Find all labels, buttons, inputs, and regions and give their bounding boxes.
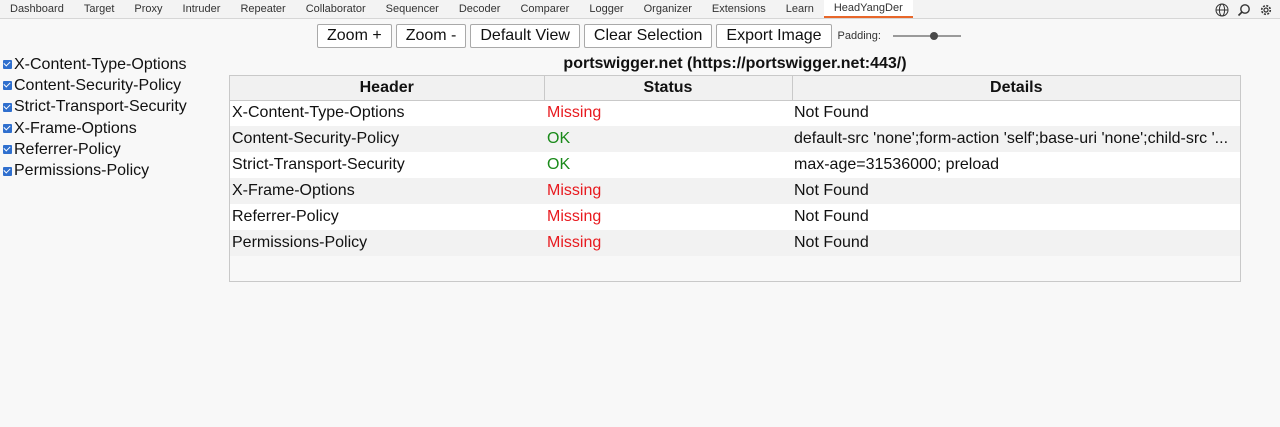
tab-intruder[interactable]: Intruder xyxy=(173,0,231,18)
tab-repeater[interactable]: Repeater xyxy=(230,0,295,18)
checkbox[interactable] xyxy=(3,166,12,176)
default-view-button[interactable]: Default View xyxy=(470,24,580,48)
table-row[interactable]: Permissions-Policy Missing Not Found xyxy=(230,230,1240,256)
header-filter-item[interactable]: Strict-Transport-Security xyxy=(3,97,187,118)
tab-learn[interactable]: Learn xyxy=(776,0,824,18)
checkbox[interactable] xyxy=(3,60,12,70)
tab-comparer[interactable]: Comparer xyxy=(510,0,579,18)
tab-proxy[interactable]: Proxy xyxy=(124,0,172,18)
table-header-row: Header Status Details xyxy=(230,76,1240,101)
tab-collaborator[interactable]: Collaborator xyxy=(296,0,376,18)
header-cell: X-Frame-Options xyxy=(230,178,544,204)
header-cell: Referrer-Policy xyxy=(230,204,544,230)
search-icon[interactable] xyxy=(1236,2,1252,18)
column-header-details[interactable]: Details xyxy=(792,76,1240,101)
header-cell: X-Content-Type-Options xyxy=(230,100,544,126)
tab-target[interactable]: Target xyxy=(74,0,125,18)
tab-headyangder[interactable]: HeadYangDer xyxy=(823,0,913,18)
tab-decoder[interactable]: Decoder xyxy=(449,0,511,18)
header-cell: Permissions-Policy xyxy=(230,230,544,256)
header-filter-item[interactable]: Referrer-Policy xyxy=(3,139,187,160)
tab-extensions[interactable]: Extensions xyxy=(702,0,776,18)
table-row[interactable]: Strict-Transport-Security OK max-age=31536… xyxy=(230,152,1240,178)
export-image-button[interactable]: Export Image xyxy=(716,24,832,48)
header-filter-label: Content-Security-Policy xyxy=(14,76,182,94)
tool-tabs: Dashboard Target Proxy Intruder Repeater Coll… xyxy=(0,0,913,18)
column-header-header[interactable]: Header xyxy=(230,76,545,101)
header-filter-item[interactable]: X-Content-Type-Options xyxy=(3,54,187,75)
header-filter-label: Strict-Transport-Security xyxy=(14,98,187,116)
headers-table-panel: Header Status Details X-Content-Type-Opt… xyxy=(229,75,1241,282)
padding-slider-thumb[interactable] xyxy=(929,32,938,40)
checkbox[interactable] xyxy=(3,124,12,134)
table-row[interactable]: Referrer-Policy Missing Not Found xyxy=(230,204,1240,230)
tab-sequencer[interactable]: Sequencer xyxy=(376,0,449,18)
header-filter-list: X-Content-Type-Options Content-Security-P… xyxy=(3,54,187,182)
tool-tab-bar: Dashboard Target Proxy Intruder Repeater Coll… xyxy=(0,0,1280,19)
header-cell: Content-Security-Policy xyxy=(230,126,544,152)
details-cell: Not Found xyxy=(792,178,1240,204)
globe-icon[interactable] xyxy=(1214,2,1230,18)
table-body: X-Content-Type-Options Missing Not Found Co… xyxy=(230,100,1240,256)
tab-logger[interactable]: Logger xyxy=(579,0,633,18)
padding-label: Padding: xyxy=(837,30,881,42)
status-cell: Missing xyxy=(544,230,792,256)
padding-slider-track xyxy=(892,35,961,37)
header-cell: Strict-Transport-Security xyxy=(230,152,544,178)
tab-organizer[interactable]: Organizer xyxy=(634,0,702,18)
header-filter-item[interactable]: X-Frame-Options xyxy=(3,118,187,139)
gear-icon[interactable] xyxy=(1258,2,1274,18)
padding-slider[interactable] xyxy=(892,28,961,44)
details-cell: Not Found xyxy=(792,230,1240,256)
status-cell: Missing xyxy=(544,204,792,230)
headers-table: Header Status Details X-Content-Type-Opt… xyxy=(230,76,1240,256)
status-cell: OK xyxy=(544,152,792,178)
table-row[interactable]: Content-Security-Policy OK default-src 'no… xyxy=(230,126,1240,152)
tab-dashboard[interactable]: Dashboard xyxy=(0,0,74,18)
column-header-status[interactable]: Status xyxy=(544,76,793,101)
tab-bar-icons xyxy=(1214,0,1274,19)
clear-selection-button[interactable]: Clear Selection xyxy=(583,24,713,48)
header-filter-item[interactable]: Permissions-Policy xyxy=(3,160,187,181)
details-cell: max-age=31536000; preload xyxy=(792,152,1240,178)
status-cell: OK xyxy=(544,126,792,152)
zoom-out-button[interactable]: Zoom - xyxy=(395,24,467,48)
status-cell: Missing xyxy=(544,178,792,204)
header-filter-label: Permissions-Policy xyxy=(14,162,150,180)
checkbox[interactable] xyxy=(3,81,12,91)
table-row[interactable]: X-Frame-Options Missing Not Found xyxy=(230,178,1240,204)
details-cell: default-src 'none';form-action 'self';ba… xyxy=(792,126,1240,152)
details-cell: Not Found xyxy=(792,100,1240,126)
view-toolbar: Zoom + Zoom - Default View Clear Selecti… xyxy=(317,24,961,48)
status-cell: Missing xyxy=(544,100,792,126)
header-filter-label: X-Content-Type-Options xyxy=(14,55,187,73)
site-title: portswigger.net (https://portswigger.net… xyxy=(563,55,907,72)
checkbox[interactable] xyxy=(3,145,12,155)
details-cell: Not Found xyxy=(792,204,1240,230)
zoom-in-button[interactable]: Zoom + xyxy=(317,24,392,48)
table-row[interactable]: X-Content-Type-Options Missing Not Found xyxy=(230,100,1240,126)
header-filter-label: Referrer-Policy xyxy=(14,140,121,158)
header-filter-item[interactable]: Content-Security-Policy xyxy=(3,75,187,96)
checkbox[interactable] xyxy=(3,102,12,112)
header-filter-label: X-Frame-Options xyxy=(14,119,137,137)
